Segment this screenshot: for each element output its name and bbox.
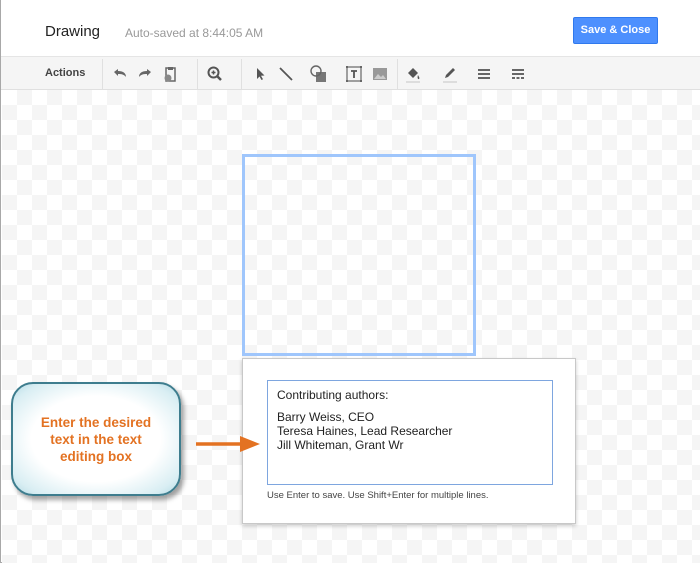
callout-line: text in the text [50, 432, 142, 447]
shape-icon[interactable] [309, 65, 327, 83]
line-color-icon[interactable] [441, 65, 459, 83]
arrow-icon [196, 436, 260, 452]
editor-line: Barry Weiss, CEO [277, 410, 375, 424]
redo-icon[interactable] [136, 65, 154, 83]
toolbar: Actions [1, 56, 700, 90]
toolbar-divider [397, 59, 398, 89]
image-icon[interactable] [371, 65, 389, 83]
text-box-icon[interactable] [345, 65, 363, 83]
toolbar-divider [197, 59, 198, 89]
callout-line: editing box [60, 449, 132, 464]
actions-menu[interactable]: Actions [45, 67, 85, 79]
dialog-header: Drawing Auto-saved at 8:44:05 AM Save & … [1, 0, 700, 56]
editor-line: Jill Whiteman, Grant Wr [277, 438, 404, 452]
drawing-dialog: Drawing Auto-saved at 8:44:05 AM Save & … [0, 0, 700, 563]
selected-text-box[interactable] [242, 154, 476, 356]
paste-format-icon[interactable] [161, 65, 179, 83]
fill-color-icon[interactable] [404, 65, 422, 83]
line-icon[interactable] [277, 65, 295, 83]
callout-text: Enter the desired text in the text editi… [13, 414, 179, 465]
text-edit-popup: Contributing authors: Barry Weiss, CEO T… [242, 358, 576, 524]
toolbar-divider [241, 59, 242, 89]
line-dash-icon[interactable] [509, 65, 527, 83]
callout-line: Enter the desired [40, 415, 152, 430]
editor-hint: Use Enter to save. Use Shift+Enter for m… [267, 490, 489, 501]
toolbar-divider [102, 59, 103, 89]
dialog-title: Drawing [45, 23, 101, 40]
zoom-icon[interactable] [206, 65, 224, 83]
editor-line: Contributing authors: [277, 388, 389, 402]
editor-line: Teresa Haines, Lead Researcher [277, 424, 453, 438]
select-icon[interactable] [252, 65, 270, 83]
undo-icon[interactable] [111, 65, 129, 83]
autosave-status: Auto-saved at 8:44:05 AM [125, 26, 264, 40]
text-editing-box[interactable]: Contributing authors: Barry Weiss, CEO T… [267, 380, 553, 485]
line-weight-icon[interactable] [475, 65, 493, 83]
save-and-close-button[interactable]: Save & Close [573, 17, 658, 44]
instruction-callout: Enter the desired text in the text editi… [11, 382, 181, 496]
